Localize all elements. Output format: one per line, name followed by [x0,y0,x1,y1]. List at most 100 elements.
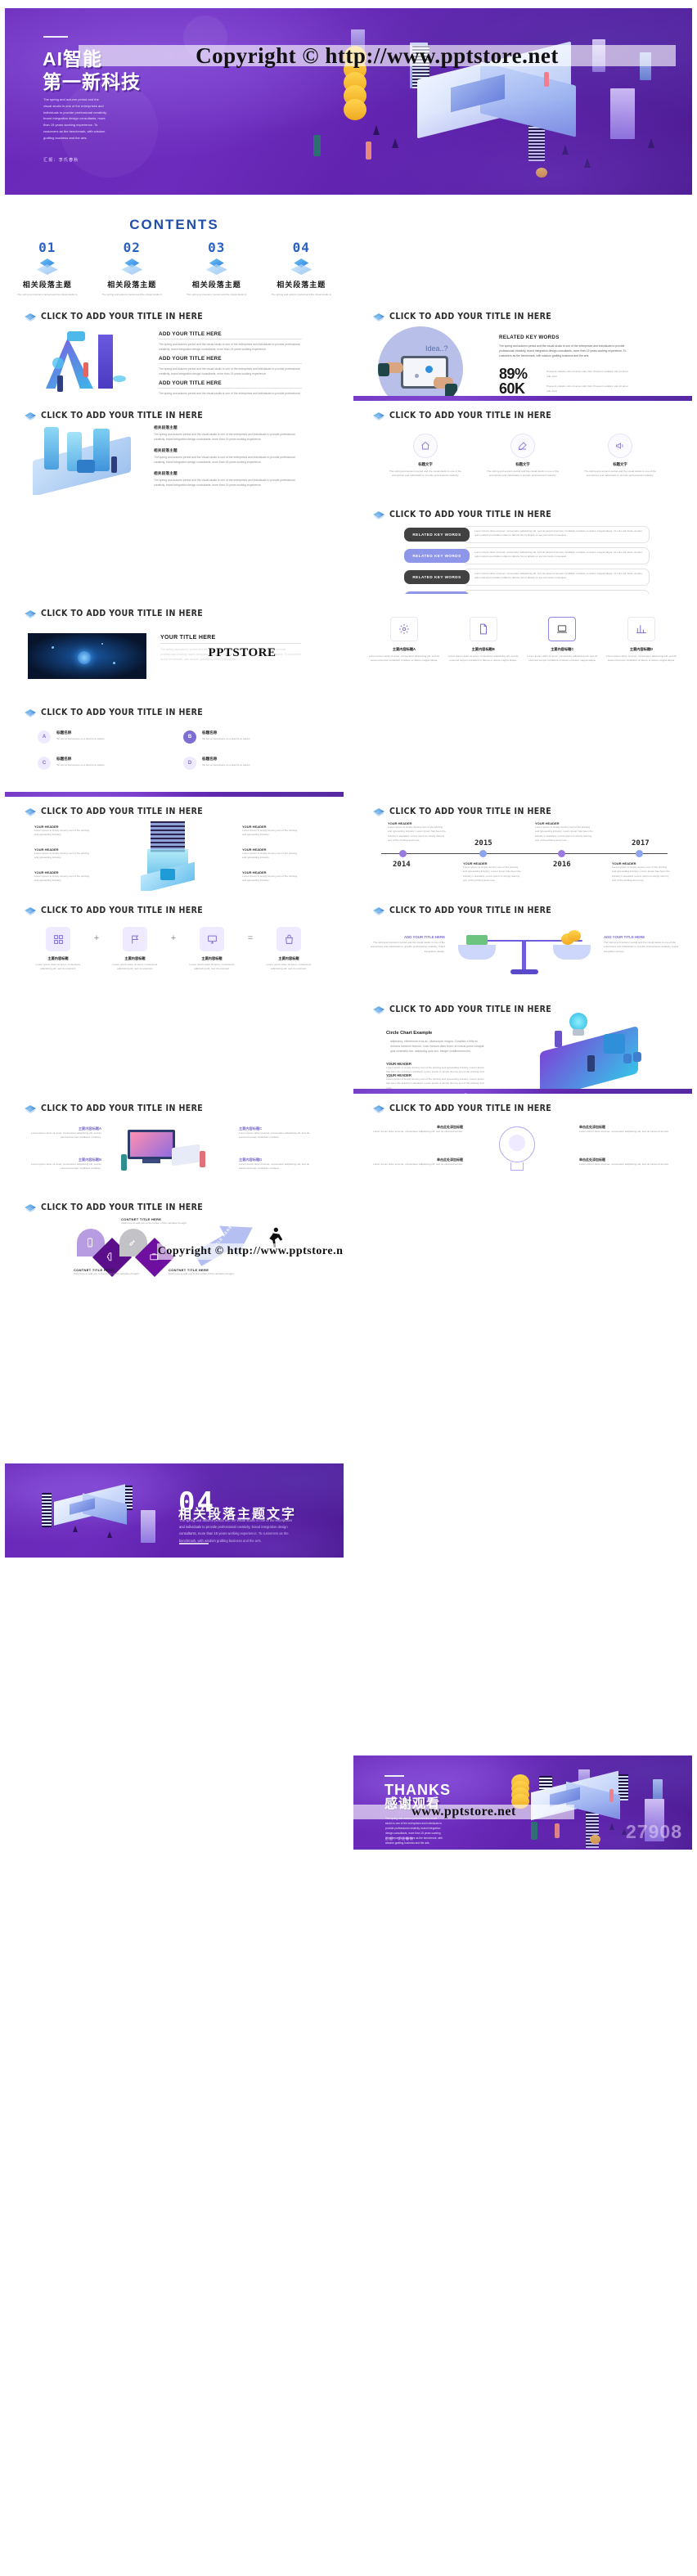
slide-three-circles[interactable]: CLICK TO ADD YOUR TITLE IN HERE 标题文字 The… [353,401,692,495]
server-label-6[interactable]: YOUR HEADER Lorem ipsum is simply dummy … [242,870,301,883]
circle-item-3[interactable]: 标题文字 The spring and autumn period and th… [582,434,658,479]
timeline-dot[interactable] [636,850,643,857]
bulb-item-4[interactable]: 单击此处添加标题 Lorem ipsum dolor sit amet, con… [579,1158,669,1167]
bulb-item-desc: Lorem ipsum dolor sit amet, consectetur … [579,1130,669,1133]
slide-title-text: CLICK TO ADD YOUR TITLE IN HERE [389,510,552,519]
card-3[interactable]: 主要内容标题C Lorem ipsum dolor sit amet, cons… [526,617,598,663]
slide-badge-list[interactable]: CLICK TO ADD YOUR TITLE IN HERE A 标题名称 T… [5,698,344,792]
device-item-2[interactable]: 主要内容标题B Lorem ipsum dolor sit amet, cons… [23,1158,101,1171]
diamond-item-1[interactable]: CONTNET TITLE HERE Click here to add you… [121,1217,200,1225]
timeline-desc: Lorem ipsum is simply dummy text of the … [535,825,593,843]
device-illustration [118,1122,224,1179]
slide-diamond[interactable]: CLICK TO ADD YOUR TITLE IN HERE TITLE HE… [5,1193,344,1287]
slide-divider-04[interactable]: 04 相关段落主题文字 The spring and autumn period… [5,1463,344,1558]
keyword-row-label[interactable]: RELATED KEY WORDS [404,528,470,542]
badge-item-2[interactable]: B 标题名称 Tai sut se benessere es a aperire… [183,731,308,744]
slide-ai-features[interactable]: CLICK TO ADD YOUR TITLE IN HERE ADD YOUR… [5,302,344,396]
gear-icon [390,617,418,641]
bulb-item-1[interactable]: 单击此处添加标题 Lorem ipsum dolor sit amet, con… [373,1125,463,1134]
ai-item-desc: The spring and autumn period and the vis… [159,343,300,352]
timeline-text-1: YOUR HEADER Lorem ipsum is simply dummy … [388,821,447,843]
timeline-dot[interactable] [558,850,565,857]
slide-bulb[interactable]: CLICK TO ADD YOUR TITLE IN HERE 单击此处添加标题… [353,1094,692,1188]
slide-idea-stats[interactable]: CLICK TO ADD YOUR TITLE IN HERE Idea..? … [353,302,692,396]
slide-contents[interactable]: CONTENTS 01 相关段落主题 The spring and autumn… [5,203,344,297]
process-step-4[interactable]: 主要内容标题 Lorem ipsum dolor sit amet, conse… [260,927,317,972]
card-1[interactable]: 主要内容标题A Lorem ipsum dolor sit amet, cons… [368,617,440,663]
server-label-3[interactable]: YOUR HEADER Lorem ipsum is simply dummy … [34,870,93,883]
card-4[interactable]: 主要内容标题D Lorem ipsum dolor sit amet, cons… [605,617,677,663]
card-desc: Lorem ipsum dolor sit amet, consectetur … [447,654,519,663]
slide-title: CLICK TO ADD YOUR TITLE IN HERE [25,1203,203,1212]
brain-icon [106,1252,112,1261]
slide-process[interactable]: CLICK TO ADD YOUR TITLE IN HERE 主要内容标题 L… [5,896,344,990]
contents-item-desc: The spring and autumn period and the vis… [101,293,162,296]
process-step-1[interactable]: 主要内容标题 Lorem ipsum dolor sit amet, conse… [29,927,87,972]
keyword-row[interactable]: Lorem ipsum dolor sit amet, consectetur … [404,590,650,594]
flag-icon [123,927,147,951]
circle-item-desc: The spring and autumn period and the vis… [389,470,462,478]
cover-title-line2: 第一新科技 [43,71,141,92]
bulb-item-2[interactable]: 单击此处添加标题 Lorem ipsum dolor sit amet, con… [373,1158,463,1167]
server-label-2[interactable]: YOUR HEADER Lorem ipsum is simply dummy … [34,847,93,861]
circle-item-1[interactable]: 标题文字 The spring and autumn period and th… [388,434,463,479]
process-step-2[interactable]: 主要内容标题 Lorem ipsum dolor sit amet, conse… [106,927,164,972]
timeline-year: 2016 [553,861,571,869]
slide-timeline[interactable]: CLICK TO ADD YOUR TITLE IN HERE 2014 201… [353,797,692,891]
diamond-item-3[interactable]: CONTNET TITLE HERE Click here to add you… [169,1268,247,1276]
diamond-item-2[interactable]: CONTNET TITLE HERE Click here to add you… [74,1268,152,1276]
tubes-item-2[interactable]: 相关段落主题 The spring and autumn period and … [154,448,303,465]
keyword-row-label[interactable]: RELATED KEY WORDS [404,549,470,563]
slide-title: CLICK TO ADD YOUR TITLE IN HERE [25,312,203,321]
timeline-dot[interactable] [399,850,407,857]
keyword-row-label[interactable]: RELATED KEY WORDS [404,570,470,584]
scale-left-text[interactable]: ADD YOUR TITLE HERE The spring and autum… [370,935,445,954]
divider-desc: The spring and autumn period and the vis… [179,1518,292,1543]
server-label-5[interactable]: YOUR HEADER Lorem ipsum is simply dummy … [242,847,301,861]
slide-server-labels[interactable]: CLICK TO ADD YOUR TITLE IN HERE YOUR HEA… [5,797,344,891]
slide-cover[interactable]: AI智能 第一新科技 The spring and autumn period … [5,8,692,195]
contents-item-3[interactable]: 03 相关段落主题 The spring and autumn period a… [174,240,259,297]
slide-circle-chart[interactable]: CLICK TO ADD YOUR TITLE IN HERE Circle C… [353,995,692,1089]
device-item-1[interactable]: 主要内容标题A Lorem ipsum dolor sit amet, cons… [23,1126,101,1140]
tubes-item-3[interactable]: 相关段落主题 The spring and autumn period and … [154,471,303,488]
badge-item-4[interactable]: D 标题名称 Tai sut se benessere es a aperire… [183,757,308,770]
ai-item-3[interactable]: ADD YOUR TITLE HERE The spring and autum… [159,380,302,396]
slide-devices[interactable]: CLICK TO ADD YOUR TITLE IN HERE 主要内容标题A … [5,1094,344,1188]
ai-item-1[interactable]: ADD YOUR TITLE HERE The spring and autum… [159,331,302,352]
server-label-desc: Lorem ipsum is simply dummy text of the … [34,874,90,883]
slide-scale[interactable]: CLICK TO ADD YOUR TITLE IN HERE ADD YOUR… [353,896,692,990]
device-item-3[interactable]: 主要内容标题C Lorem ipsum dolor sit amet, cons… [239,1126,317,1140]
server-label-1[interactable]: YOUR HEADER Lorem ipsum is simply dummy … [34,825,93,838]
keyword-row[interactable]: Lorem ipsum dolor sit amet, consectetur … [404,547,650,564]
contents-item-2[interactable]: 02 相关段落主题 The spring and autumn period a… [90,240,175,297]
slide-photo-text[interactable]: CLICK TO ADD YOUR TITLE IN HERE YOUR TIT… [5,599,344,693]
tubes-item-1[interactable]: 相关段落主题 The spring and autumn period and … [154,425,303,442]
process-step-3[interactable]: 主要内容标题 Lorem ipsum dolor sit amet, conse… [183,927,241,972]
circle-item-2[interactable]: 标题文字 The spring and autumn period and th… [485,434,560,479]
chart-icon [627,617,655,641]
keyword-row[interactable]: Lorem ipsum dolor sit amet, consectetur … [404,569,650,586]
scale-right-text[interactable]: ADD YOUR TITLE HERE The spring and autum… [604,935,679,954]
contents-item-number: 02 [123,240,141,255]
slide-tubes[interactable]: CLICK TO ADD YOUR TITLE IN HERE 相关段落主题 T… [5,401,344,495]
bulb-item-3[interactable]: 单击此处添加标题 Lorem ipsum dolor sit amet, con… [579,1125,669,1134]
badge-item-3[interactable]: C 标题名称 Tai sut se benessere es a aperire… [38,757,162,770]
contents-item-1[interactable]: 01 相关段落主题 The spring and autumn period a… [5,240,90,297]
contents-item-4[interactable]: 04 相关段落主题 The spring and autumn period a… [259,240,344,297]
device-item-4[interactable]: 主要内容标题D Lorem ipsum dolor sit amet, cons… [239,1158,317,1171]
slide-thanks[interactable]: THANKS 感谢观看 The spring and autumn period… [353,1756,692,1850]
ai-item-2[interactable]: ADD YOUR TITLE HERE The spring and autum… [159,356,302,376]
keyword-row-label[interactable]: RELATED KEY WORDS [404,591,470,594]
keyword-row[interactable]: Lorem ipsum dolor sit amet, consectetur … [404,526,650,543]
badge-item-1[interactable]: A 标题名称 Tai sut se benessere es a aperire… [38,731,162,744]
watermark: PPTSTORE [160,644,324,662]
process-step-title: 主要内容标题 [124,956,146,960]
slide-keyword-rows[interactable]: CLICK TO ADD YOUR TITLE IN HERE Lorem ip… [353,500,692,594]
timeline-dot[interactable] [479,850,487,857]
server-label-4[interactable]: YOUR HEADER Lorem ipsum is simply dummy … [242,825,301,838]
bulb-item-desc: Lorem ipsum dolor sit amet, consectetur … [373,1162,463,1166]
related-keywords-paragraph: The spring and autumn period and the vis… [499,344,627,358]
card-2[interactable]: 主要内容标题B Lorem ipsum dolor sit amet, cons… [447,617,519,663]
slide-four-cards[interactable]: 主要内容标题A Lorem ipsum dolor sit amet, cons… [353,599,692,693]
